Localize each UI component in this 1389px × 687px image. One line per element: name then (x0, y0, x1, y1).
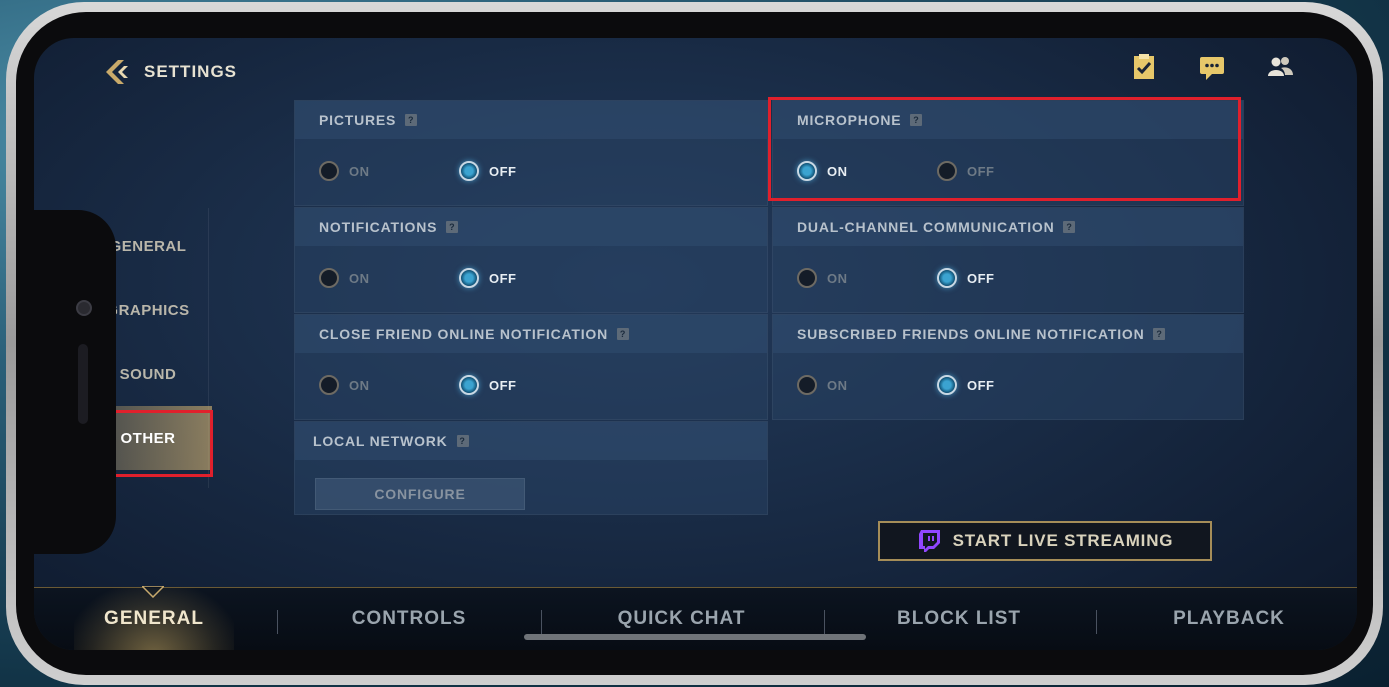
microphone-on-radio[interactable]: ON (797, 161, 848, 181)
clipboard-check-icon[interactable] (1129, 52, 1159, 82)
tab-divider (1096, 610, 1097, 634)
panel-header: NOTIFICATIONS? (295, 208, 767, 246)
home-indicator[interactable] (524, 634, 866, 640)
panel-header: MICROPHONE? (773, 101, 1243, 139)
subscribed-friends-off-radio[interactable]: OFF (937, 375, 995, 395)
header: SETTINGS (102, 52, 237, 92)
game-screen: SETTINGS GENERAL GRAPHICS SOUND OTHER PI… (34, 38, 1357, 650)
panel-header: DUAL-CHANNEL COMMUNICATION? (773, 208, 1243, 246)
radio-button (937, 268, 957, 288)
option-label: ON (349, 163, 370, 179)
tab-label: PLAYBACK (1173, 608, 1285, 629)
side-item-label: OTHER (120, 429, 176, 447)
friends-icon[interactable] (1265, 52, 1295, 82)
notifications-label: NOTIFICATIONS (319, 219, 438, 235)
notifications-panel: NOTIFICATIONS? ON OFF (294, 207, 768, 313)
microphone-panel: MICROPHONE? ON OFF (772, 100, 1244, 206)
side-item-label: SOUND (119, 365, 177, 383)
panel-header: PICTURES? (295, 101, 767, 139)
tab-quick-chat[interactable]: QUICK CHAT (594, 588, 769, 650)
speaker-grille (78, 344, 88, 424)
tab-playback[interactable]: PLAYBACK (1144, 588, 1314, 650)
radio-button (797, 268, 817, 288)
pictures-on-radio[interactable]: ON (319, 161, 370, 181)
bottom-tab-bar: GENERAL CONTROLS QUICK CHAT BLOCK LIST P… (34, 586, 1357, 650)
tab-divider (824, 610, 825, 634)
top-icon-bar (1129, 52, 1295, 82)
tab-label: GENERAL (104, 608, 204, 629)
tab-label: BLOCK LIST (897, 608, 1021, 629)
tab-controls[interactable]: CONTROLS (324, 588, 494, 650)
option-label: ON (827, 377, 848, 393)
help-icon[interactable]: ? (617, 328, 630, 340)
microphone-label: MICROPHONE (797, 112, 902, 128)
back-arrow-icon[interactable] (102, 57, 132, 87)
help-icon[interactable]: ? (446, 221, 459, 233)
option-label: OFF (967, 377, 995, 393)
twitch-icon (918, 530, 940, 552)
subscribed-friends-panel: SUBSCRIBED FRIENDS ONLINE NOTIFICATION? … (772, 314, 1244, 420)
help-icon[interactable]: ? (1153, 328, 1166, 340)
option-label: ON (827, 270, 848, 286)
side-item-label: GRAPHICS (106, 301, 190, 319)
pictures-panel: PICTURES? ON OFF (294, 100, 768, 206)
help-icon[interactable]: ? (1063, 221, 1076, 233)
option-label: ON (827, 163, 848, 179)
configure-button[interactable]: CONFIGURE (315, 478, 525, 510)
radio-button (797, 161, 817, 181)
page-title: SETTINGS (144, 62, 238, 81)
notifications-off-radio[interactable]: OFF (459, 268, 517, 288)
close-friend-off-radio[interactable]: OFF (459, 375, 517, 395)
panel-header: CLOSE FRIEND ONLINE NOTIFICATION? (295, 315, 767, 353)
option-label: OFF (489, 270, 517, 286)
close-friend-label: CLOSE FRIEND ONLINE NOTIFICATION (319, 326, 609, 342)
microphone-off-radio[interactable]: OFF (937, 161, 995, 181)
stream-button-label: START LIVE STREAMING (952, 531, 1174, 550)
option-label: OFF (967, 163, 995, 179)
panel-header: LOCAL NETWORK? (295, 422, 767, 460)
dual-channel-label: DUAL-CHANNEL COMMUNICATION (797, 219, 1055, 235)
close-friend-on-radio[interactable]: ON (319, 375, 370, 395)
dual-channel-panel: DUAL-CHANNEL COMMUNICATION? ON OFF (772, 207, 1244, 313)
chat-bubble-icon[interactable] (1197, 52, 1227, 82)
radio-button (937, 161, 957, 181)
help-icon[interactable]: ? (910, 114, 923, 126)
radio-button (797, 375, 817, 395)
local-network-label: LOCAL NETWORK (313, 433, 448, 449)
tab-divider (277, 610, 278, 634)
tab-divider (541, 610, 542, 634)
tab-general[interactable]: GENERAL (74, 588, 234, 650)
option-label: OFF (489, 377, 517, 393)
subscribed-friends-label: SUBSCRIBED FRIENDS ONLINE NOTIFICATION (797, 326, 1145, 342)
option-label: ON (349, 377, 370, 393)
dual-channel-on-radio[interactable]: ON (797, 268, 848, 288)
radio-button (459, 375, 479, 395)
tab-block-list[interactable]: BLOCK LIST (874, 588, 1044, 650)
subscribed-friends-on-radio[interactable]: ON (797, 375, 848, 395)
pictures-off-radio[interactable]: OFF (459, 161, 517, 181)
local-network-panel: LOCAL NETWORK? CONFIGURE (294, 421, 768, 515)
close-friend-panel: CLOSE FRIEND ONLINE NOTIFICATION? ON OFF (294, 314, 768, 420)
side-item-label: GENERAL (109, 237, 187, 255)
front-camera-icon (76, 300, 92, 316)
radio-button (937, 375, 957, 395)
radio-button (459, 268, 479, 288)
help-icon[interactable]: ? (405, 114, 418, 126)
help-icon[interactable]: ? (456, 435, 469, 447)
panel-header: SUBSCRIBED FRIENDS ONLINE NOTIFICATION? (773, 315, 1243, 353)
dual-channel-off-radio[interactable]: OFF (937, 268, 995, 288)
radio-button (459, 161, 479, 181)
notifications-on-radio[interactable]: ON (319, 268, 370, 288)
option-label: OFF (489, 163, 517, 179)
option-label: OFF (967, 270, 995, 286)
start-live-streaming-button[interactable]: START LIVE STREAMING (878, 521, 1212, 561)
radio-button (319, 161, 339, 181)
tab-label: CONTROLS (351, 608, 467, 629)
phone-notch (34, 210, 116, 554)
radio-button (319, 268, 339, 288)
radio-button (319, 375, 339, 395)
pictures-label: PICTURES (319, 112, 397, 128)
option-label: ON (349, 270, 370, 286)
tab-label: QUICK CHAT (617, 608, 746, 629)
